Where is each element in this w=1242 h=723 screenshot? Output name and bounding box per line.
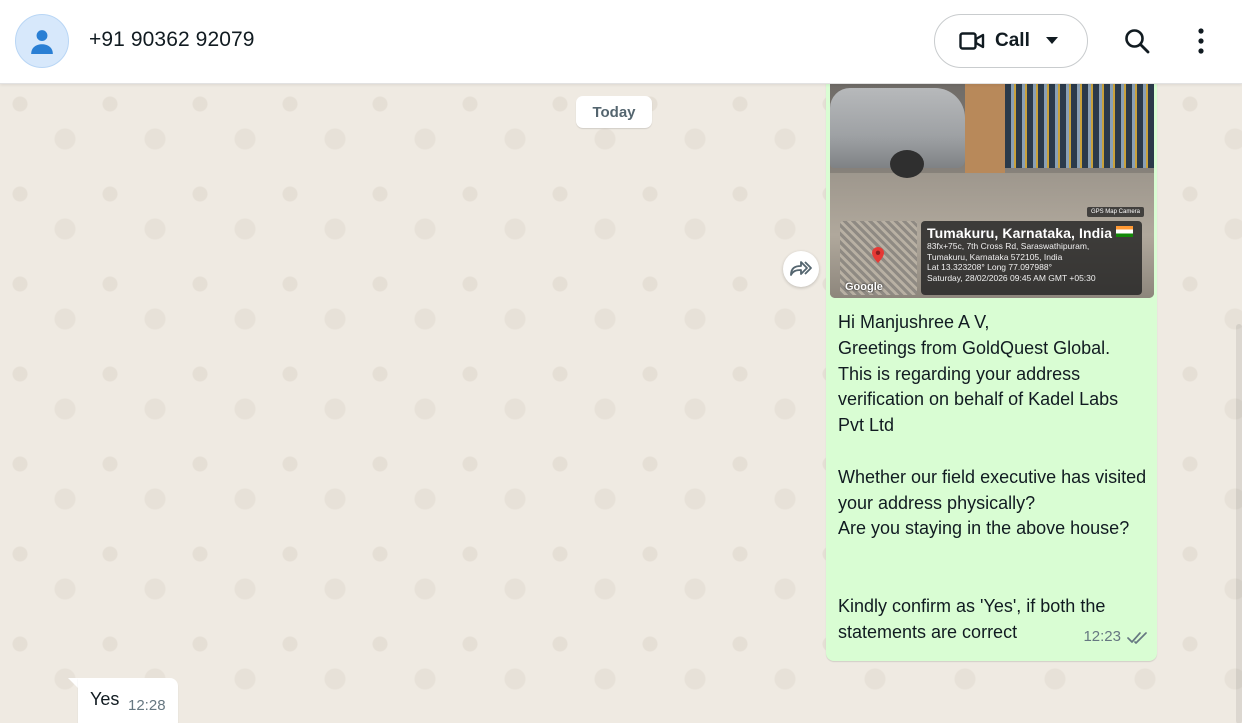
india-flag-icon <box>1116 226 1134 237</box>
geo-location-text: Tumakuru, Karnataka, India <box>927 225 1113 241</box>
geo-address-line1: 83fx+75c, 7th Cross Rd, Saraswathipuram, <box>927 241 1090 251</box>
contact-avatar[interactable] <box>15 14 69 68</box>
geo-datetime: Saturday, 28/02/2026 09:45 AM GMT +05:30 <box>927 272 1096 283</box>
chat-area[interactable]: Today GPS Map Camera Google Tumakuru, Ka… <box>0 84 1242 723</box>
date-chip: Today <box>576 96 652 128</box>
search-icon[interactable] <box>1124 28 1150 54</box>
double-check-icon <box>1127 632 1147 644</box>
contact-name[interactable]: +91 90362 92079 <box>89 28 255 52</box>
photo-wall <box>965 84 1005 173</box>
forward-icon <box>790 261 812 276</box>
map-pin-icon <box>872 247 884 263</box>
outgoing-message-time: 12:23 <box>1083 628 1121 645</box>
photo-wheel <box>890 150 924 178</box>
call-button[interactable]: Call <box>934 14 1088 68</box>
outgoing-message[interactable]: GPS Map Camera Google Tumakuru, Karnatak… <box>826 84 1157 661</box>
outgoing-message-text: Hi Manjushree A V, Greetings from GoldQu… <box>838 312 1147 642</box>
geo-info-panel: Tumakuru, Karnataka, India 83fx+75c, 7th… <box>921 221 1142 295</box>
photo-gate <box>1005 84 1154 168</box>
geo-map-thumbnail: Google <box>840 221 917 295</box>
camera-badge: GPS Map Camera <box>1086 207 1144 217</box>
geo-coords: Lat 13.323208° Long 77.097988° <box>927 262 1052 272</box>
incoming-message-text: Yes <box>90 689 120 709</box>
geo-location-title: Tumakuru, Karnataka, India <box>927 225 1136 241</box>
chat-header: +91 90362 92079 Call <box>0 0 1242 84</box>
forward-button[interactable] <box>783 251 819 287</box>
call-label: Call <box>995 30 1030 51</box>
more-vertical-icon[interactable] <box>1192 28 1210 54</box>
map-brand: Google <box>845 281 883 293</box>
person-icon <box>31 30 53 54</box>
geotagged-photo[interactable]: GPS Map Camera Google Tumakuru, Karnatak… <box>830 84 1154 298</box>
video-camera-icon <box>959 32 985 50</box>
geo-address-line2: Tumakuru, Karnataka 572105, India <box>927 251 1063 262</box>
chat-scrollbar[interactable] <box>1236 324 1242 723</box>
caret-down-icon <box>1045 37 1058 44</box>
incoming-message[interactable]: Yes 12:28 <box>78 678 178 723</box>
incoming-message-time: 12:28 <box>128 697 166 714</box>
